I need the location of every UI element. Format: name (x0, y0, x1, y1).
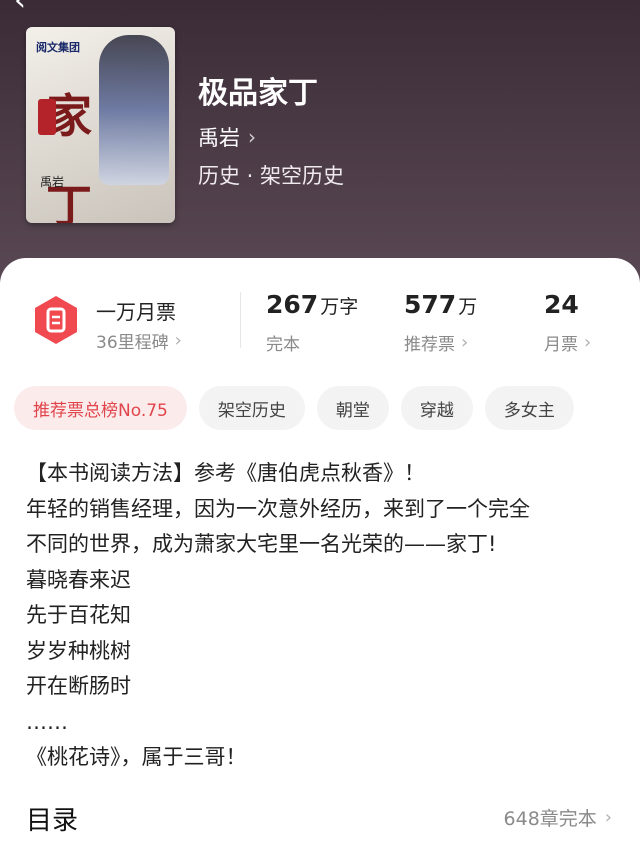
recommend-link[interactable]: 推荐票 › (404, 330, 468, 355)
tag-list: 推荐票总榜No.75 架空历史 朝堂 穿越 多女主 (14, 386, 574, 430)
chevron-left-icon: ‹ (14, 0, 26, 18)
book-category: 历史 · 架空历史 (198, 164, 345, 188)
status-label: 完本 (266, 330, 300, 355)
cover-publisher: 阅文集团 (36, 41, 80, 54)
synopsis-line: …… (26, 709, 68, 734)
recommend-value: 577 (404, 290, 457, 319)
tag-item[interactable]: 架空历史 (198, 386, 305, 430)
synopsis-line: 暮晓春来迟 (26, 567, 131, 592)
chapter-count: 648章完本 (503, 808, 597, 830)
monthly-milestone-label: 一万月票 (96, 300, 176, 324)
synopsis-line: 《桃花诗》，属于三哥！ (26, 745, 247, 769)
synopsis-line: 先于百花知 (26, 603, 131, 627)
cover-illustration (99, 35, 169, 185)
milestone-label: 36里程碑 (96, 333, 169, 353)
chevron-right-icon: › (584, 332, 592, 353)
synopsis-line: 【本书阅读方法】参考《唐伯虎点秋香》！ (26, 461, 425, 485)
synopsis-line: 年轻的销售经理，因为一次意外经历，来到了一个完全 (26, 496, 530, 521)
chevron-right-icon: › (248, 125, 256, 149)
recommend-unit: 万 (458, 296, 478, 318)
month-votes-count: 24 (544, 290, 579, 319)
book-synopsis[interactable]: 【本书阅读方法】参考《唐伯虎点秋香》！ 年轻的销售经理，因为一次意外经历，来到了… (26, 456, 622, 776)
month-votes-value: 24 (544, 290, 579, 319)
recommend-label: 推荐票 (404, 335, 455, 355)
tag-item[interactable]: 多女主 (484, 386, 574, 430)
synopsis-line: 岁岁种桃树 (26, 638, 131, 663)
status-text: 完本 (266, 335, 300, 355)
tag-item[interactable]: 穿越 (400, 386, 473, 430)
stats-divider (240, 292, 241, 348)
toc-link[interactable]: 648章完本 › (504, 804, 612, 831)
back-button[interactable]: ‹ (14, 0, 44, 16)
tag-item[interactable]: 朝堂 (316, 386, 389, 430)
synopsis-line: 开在断肠时 (26, 674, 131, 698)
author-name: 禹岩 (198, 126, 240, 150)
chevron-right-icon: › (461, 332, 469, 353)
month-votes-link[interactable]: 月票 › (544, 330, 591, 355)
word-count-unit: 万字 (320, 296, 359, 318)
monthly-ticket-icon (30, 294, 82, 346)
chevron-right-icon: › (604, 807, 612, 828)
word-count-value: 267 (266, 290, 319, 319)
word-count: 267 万字 (266, 290, 358, 319)
toc-title: 目录 (26, 806, 79, 836)
tag-ranking[interactable]: 推荐票总榜No.75 (14, 386, 187, 430)
book-title: 极品家丁 (198, 76, 318, 111)
cover-author: 禹岩 (40, 175, 65, 189)
synopsis-line: 不同的世界，成为萧家大宅里一名光荣的——家丁! (26, 532, 497, 556)
author-link[interactable]: 禹岩 › (198, 122, 256, 152)
chevron-right-icon: › (174, 330, 182, 351)
recommend-count: 577 万 (404, 290, 477, 319)
month-votes-label: 月票 (544, 335, 578, 355)
cover-badge (38, 99, 56, 135)
milestone-link[interactable]: 36里程碑 › (96, 328, 182, 353)
book-cover[interactable]: 阅文集团 家丁 禹岩 (26, 27, 175, 223)
